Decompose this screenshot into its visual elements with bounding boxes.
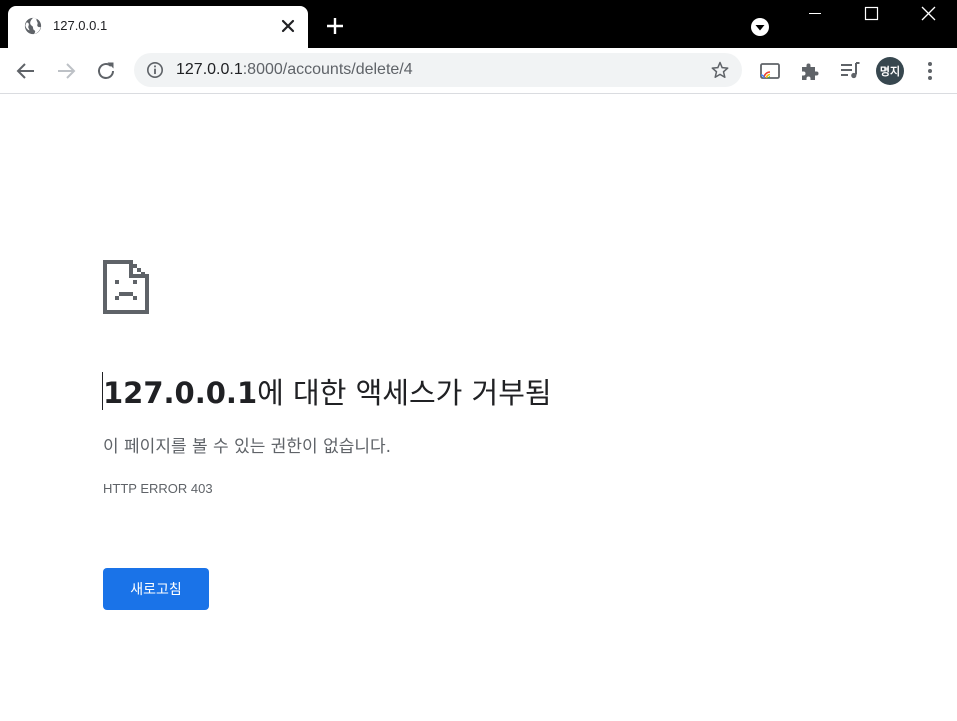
tab-active[interactable]: 127.0.0.1 bbox=[8, 6, 308, 48]
maximize-icon[interactable] bbox=[847, 0, 895, 30]
globe-icon bbox=[24, 17, 42, 35]
cast-icon[interactable] bbox=[758, 59, 782, 83]
playlist-icon[interactable] bbox=[838, 59, 862, 83]
reload-button[interactable]: 새로고침 bbox=[103, 568, 209, 610]
arrow-right-icon[interactable] bbox=[54, 59, 78, 83]
address-bar[interactable]: 127.0.0.1:8000/accounts/delete/4 bbox=[134, 53, 742, 87]
error-message: 이 페이지를 볼 수 있는 권한이 없습니다. bbox=[103, 437, 392, 457]
url-text[interactable]: 127.0.0.1:8000/accounts/delete/4 bbox=[176, 61, 413, 79]
chevron-down-circle-icon[interactable] bbox=[750, 17, 770, 37]
window-close-icon[interactable] bbox=[905, 0, 953, 30]
error-host: 127.0.0.1 bbox=[103, 376, 258, 410]
puzzle-icon[interactable] bbox=[798, 59, 822, 83]
close-icon[interactable] bbox=[280, 18, 296, 34]
tab-strip: 127.0.0.1 bbox=[0, 0, 957, 48]
star-icon[interactable] bbox=[710, 60, 730, 80]
kebab-menu-icon[interactable] bbox=[918, 59, 942, 83]
info-icon[interactable] bbox=[146, 61, 164, 79]
sad-document-icon bbox=[103, 260, 149, 314]
toolbar: 127.0.0.1:8000/accounts/delete/4 명지 bbox=[0, 48, 957, 94]
refresh-icon[interactable] bbox=[94, 59, 118, 83]
tab-title: 127.0.0.1 bbox=[53, 18, 108, 33]
error-code: HTTP ERROR 403 bbox=[103, 481, 213, 496]
profile-avatar[interactable]: 명지 bbox=[876, 57, 904, 85]
plus-icon[interactable] bbox=[325, 16, 345, 36]
error-heading-suffix: 에 대한 액세스가 거부됨 bbox=[257, 376, 552, 410]
url-path: :8000/accounts/delete/4 bbox=[242, 61, 413, 78]
minimize-icon[interactable] bbox=[791, 0, 839, 30]
arrow-left-icon[interactable] bbox=[14, 59, 38, 83]
error-heading: 127.0.0.1에 대한 액세스가 거부됨 bbox=[103, 370, 552, 412]
url-host: 127.0.0.1 bbox=[176, 61, 243, 78]
